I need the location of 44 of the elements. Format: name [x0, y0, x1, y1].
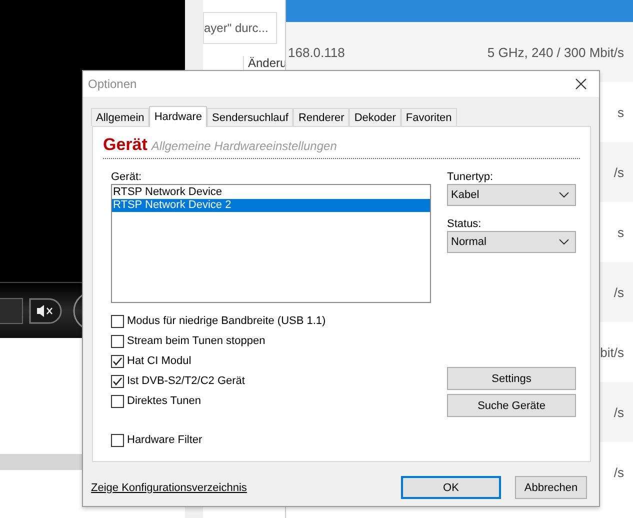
connection-speed: 5 GHz, 240 / 300 Mbit/s: [487, 44, 624, 60]
player-button[interactable]: [0, 298, 23, 324]
checkbox-label: Stream beim Tunen stoppen: [127, 335, 266, 347]
cancel-button[interactable]: Abbrechen: [515, 476, 587, 499]
action-button[interactable]: Suche Geräte: [447, 394, 576, 417]
checkbox[interactable]: [111, 374, 124, 388]
list-item[interactable]: RTSP Network Device 2: [112, 199, 430, 212]
list-item[interactable]: RTSP Network Device: [112, 186, 430, 199]
ok-button[interactable]: OK: [401, 476, 501, 499]
chevron-down-icon: [559, 239, 569, 245]
window-title: Optionen: [88, 77, 137, 91]
checkbox[interactable]: [111, 334, 124, 348]
checkbox-label: Hardware Filter: [127, 434, 202, 446]
field-label: Gerät:: [111, 171, 143, 183]
connection-speed: /s: [614, 284, 624, 300]
checkbox[interactable]: [111, 394, 124, 408]
checkbox-label: Hat CI Modul: [127, 355, 192, 367]
tab[interactable]: Dekoder: [349, 108, 401, 126]
field-label: Tunertyp:: [447, 171, 494, 183]
chevron-down-icon: [559, 192, 569, 198]
dropdown[interactable]: Normal: [447, 231, 576, 253]
device-list[interactable]: RTSP Network Device RTSP Network Device 2: [111, 184, 431, 303]
section-subtitle: Allgemeine Hardwareeinstellungen: [151, 139, 337, 153]
connection-speed: /s: [614, 164, 624, 180]
checkbox-label: Direktes Tunen: [127, 395, 201, 407]
tab[interactable]: Sendersuchlauf: [207, 108, 294, 126]
tab[interactable]: Hardware: [149, 106, 207, 127]
checkbox[interactable]: [111, 314, 124, 328]
checkbox[interactable]: [111, 354, 124, 368]
folder-link[interactable]: Zeige Konfigurationsverzeichnis: [91, 482, 401, 494]
checkbox-label: Ist DVB-S2/T2/C2 Gerät: [127, 375, 245, 387]
mute-icon[interactable]: [29, 298, 63, 324]
action-button[interactable]: Settings: [447, 367, 576, 390]
checkbox-label: Modus für niedrige Bandbreite (USB 1.1): [127, 315, 326, 327]
connection-speed: /s: [614, 404, 624, 420]
close-icon[interactable]: [575, 78, 587, 90]
tab[interactable]: Renderer: [293, 108, 350, 126]
tab[interactable]: Allgemein: [91, 108, 150, 126]
field-label: Status:: [447, 218, 482, 230]
checkbox[interactable]: [111, 434, 124, 446]
tab[interactable]: Favoriten: [400, 108, 457, 126]
dropdown[interactable]: Kabel: [447, 184, 576, 206]
search-field[interactable]: ayer" durc...: [203, 12, 277, 44]
section-title: Gerät: [103, 135, 148, 155]
